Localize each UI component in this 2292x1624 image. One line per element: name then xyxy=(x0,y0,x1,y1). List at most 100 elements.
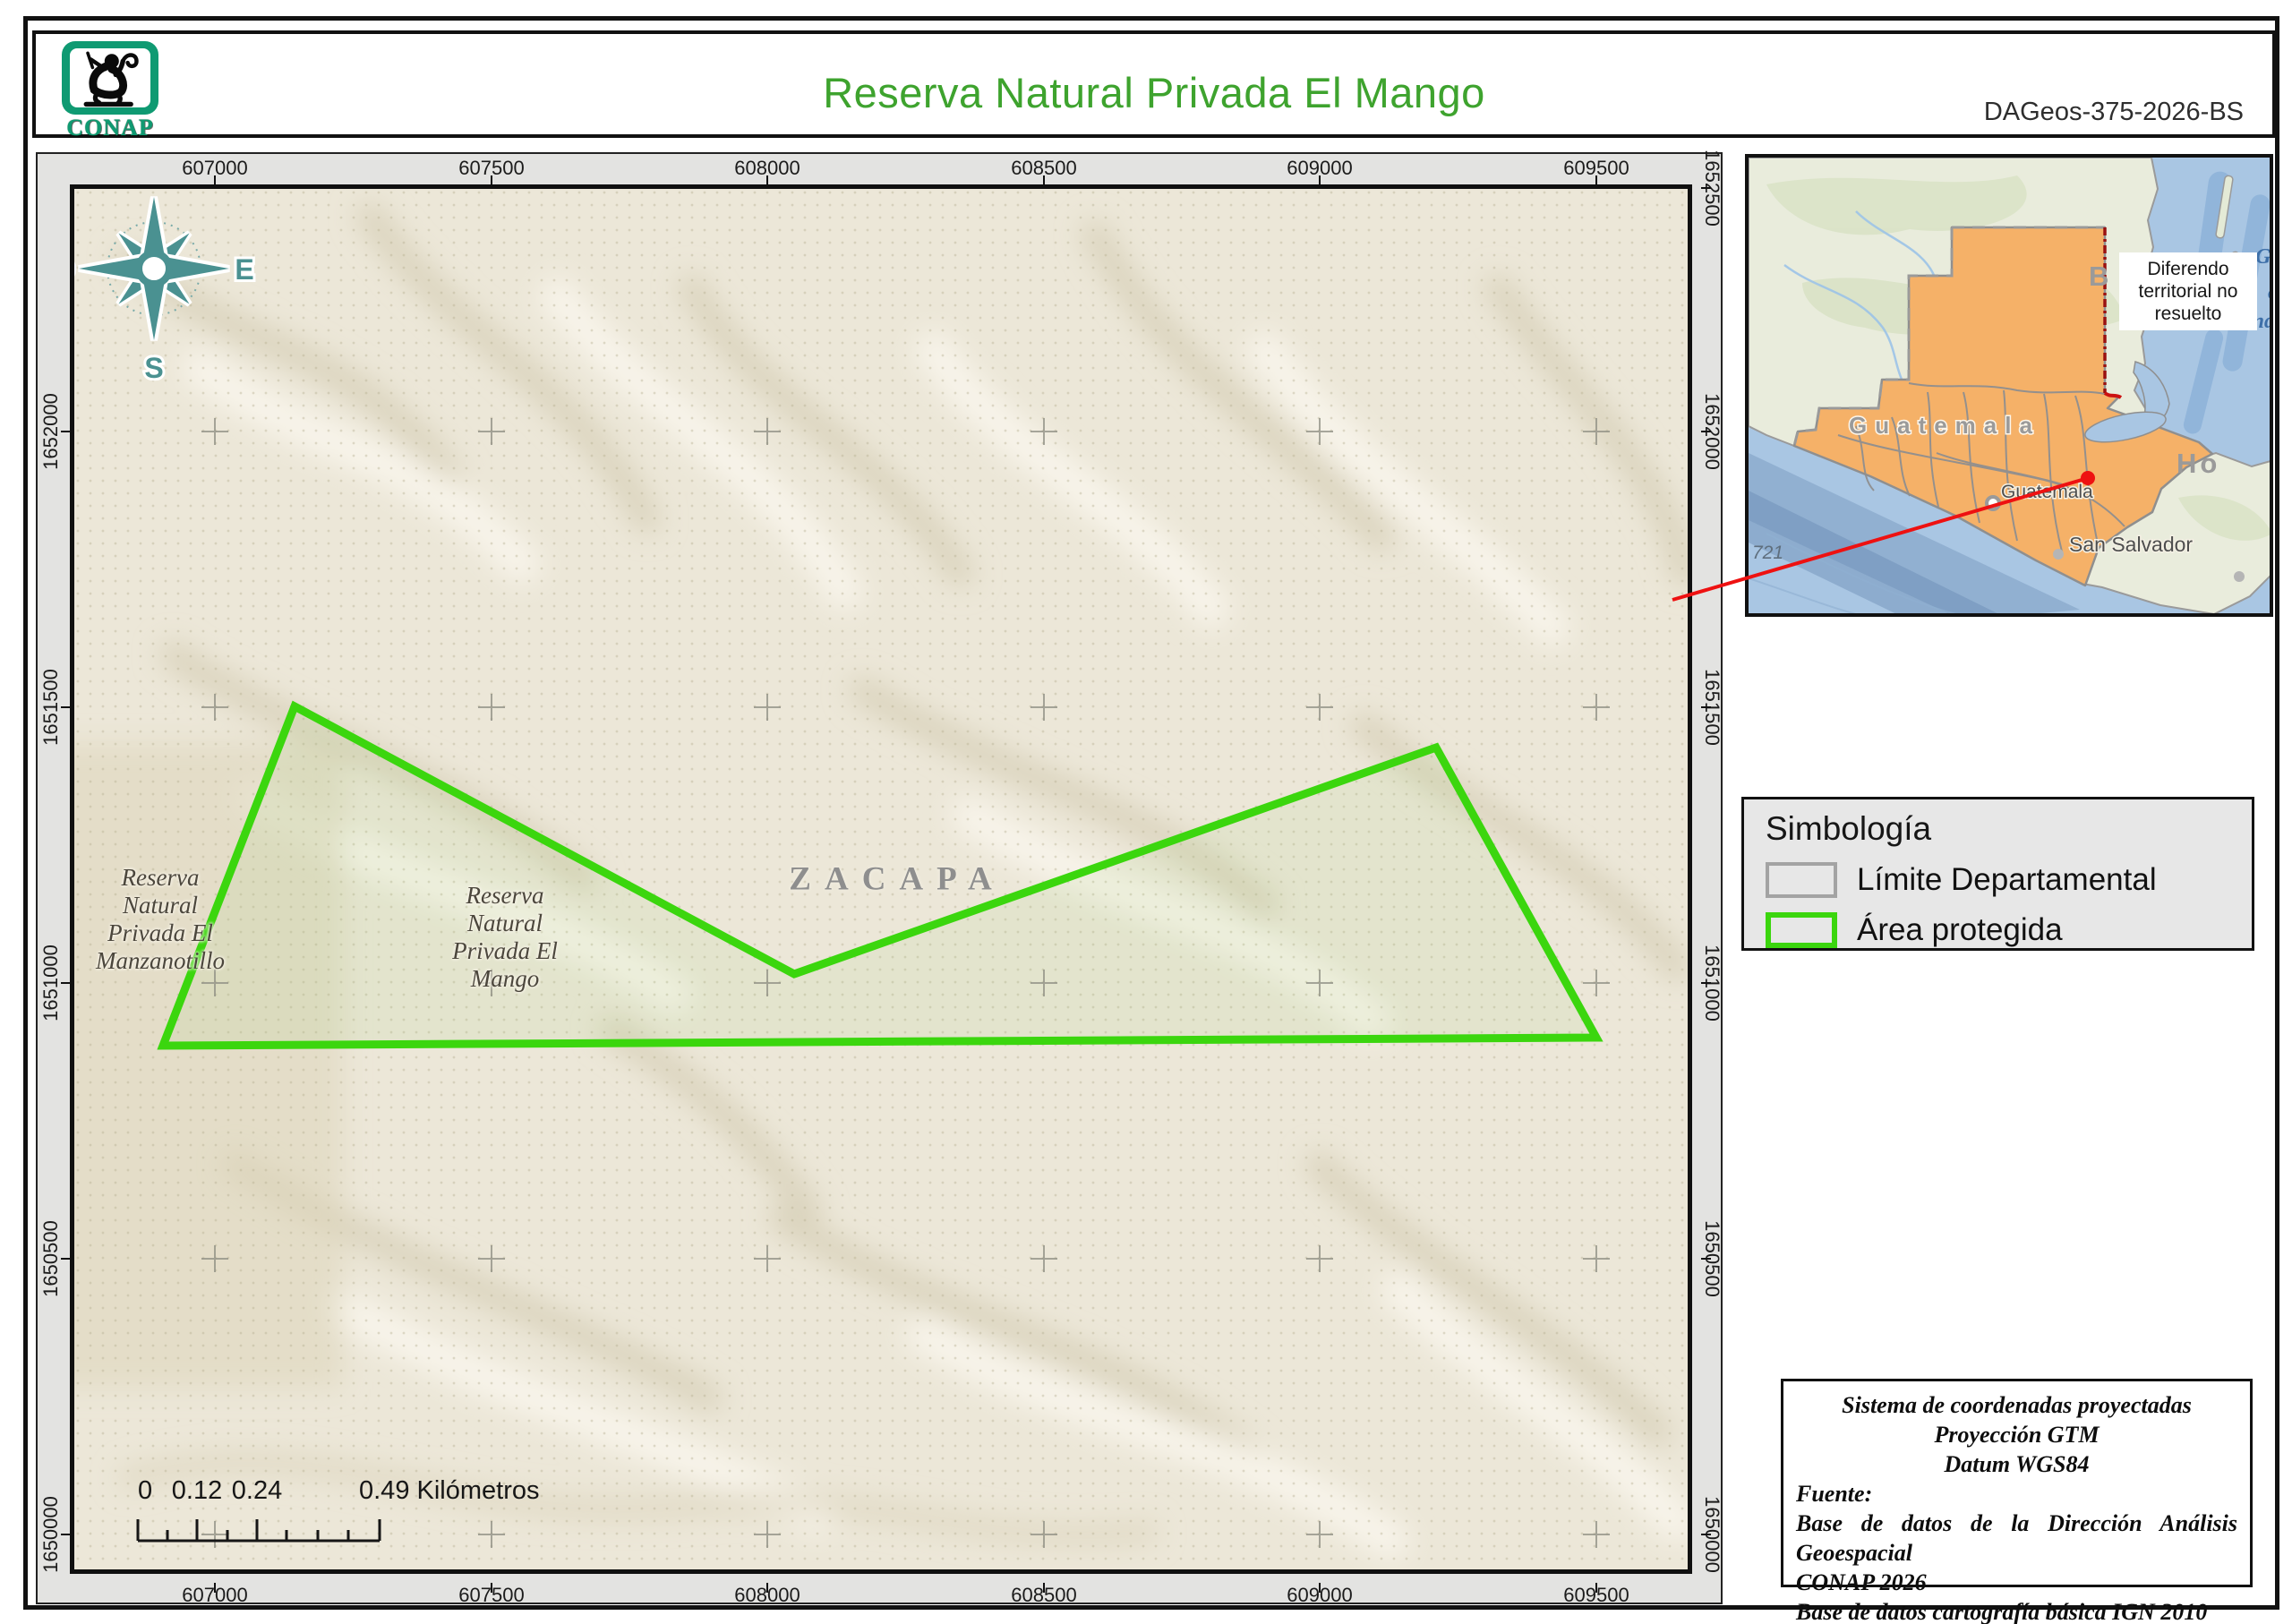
disclaimer-line: resuelto xyxy=(2154,303,2222,324)
water-label-gu: Gu xyxy=(2255,245,2273,269)
credits-line: Sistema de coordenadas proyectadas xyxy=(1842,1392,2192,1418)
graticule-cross xyxy=(201,694,228,721)
graticule-cross xyxy=(1306,1521,1333,1548)
y-axis-tick xyxy=(1701,187,1711,189)
x-axis-tick xyxy=(491,1583,492,1593)
graticule-cross xyxy=(1306,1245,1333,1272)
credits-line: Fuente: xyxy=(1796,1481,1873,1507)
compass-rose: N E S O xyxy=(70,184,257,387)
graticule-cross xyxy=(754,1521,781,1548)
water-label-o: o xyxy=(2268,281,2273,304)
legend-item: Límite Departamental xyxy=(1766,862,2230,898)
disclaimer-line: Diferendo xyxy=(2147,259,2229,279)
honduras-partial-label: Ho xyxy=(2177,448,2220,479)
y-axis-label-left: 1650000 xyxy=(39,1496,62,1573)
legend-item-label: Área protegida xyxy=(1857,912,2063,947)
compass-e-label: E xyxy=(235,253,253,286)
legend-item-label: Límite Departamental xyxy=(1857,862,2157,897)
graticule-cross xyxy=(754,418,781,445)
legend-swatch xyxy=(1766,862,1837,898)
reserve-label-line: Natural xyxy=(122,892,199,919)
y-axis-label-left: 1651500 xyxy=(39,669,62,746)
graticule-cross xyxy=(1583,694,1610,721)
reserve-el-manzanotillo-label: Reserva Natural Privada El Manzanotillo xyxy=(96,864,225,975)
graticule-cross xyxy=(201,1245,228,1272)
locator-inset-map[interactable]: B Gu o Hond Guatemala Ho Guatemala San S… xyxy=(1745,154,2273,617)
belize-partial-label: B xyxy=(2089,261,2112,292)
reserve-label-line: Mango xyxy=(470,965,540,992)
credits-panel: Sistema de coordenadas proyectadas Proyec… xyxy=(1781,1379,2253,1624)
graticule-cross xyxy=(478,418,505,445)
y-axis-tick xyxy=(1701,1258,1711,1260)
city-dot-secondary xyxy=(2234,571,2245,582)
reserve-label-line: Privada El xyxy=(452,937,558,964)
scale-bar-value: 0 xyxy=(138,1476,152,1505)
graticule-cross xyxy=(1583,1521,1610,1548)
map-sheet: CONAP Reserva Natural Privada El Mango D… xyxy=(0,0,2292,1624)
compass-n-label: N xyxy=(143,184,164,191)
y-axis-tick xyxy=(1701,982,1711,984)
credits-line: Base de datos cartografía básica IGN 201… xyxy=(1796,1599,2208,1624)
y-axis-tick xyxy=(1701,431,1711,432)
graticule-cross xyxy=(1306,970,1333,996)
header: CONAP Reserva Natural Privada El Mango D… xyxy=(32,30,2276,141)
graticule-cross xyxy=(1583,418,1610,445)
graticule-cross xyxy=(754,1245,781,1272)
scale-bar: 0 0.12 0.24 0.49 Kilómetros xyxy=(136,1476,540,1543)
graticule-cross xyxy=(1031,970,1057,996)
reserve-label-line: Reserva xyxy=(466,882,544,909)
scale-bar-end-value: 0.49 Kilómetros xyxy=(359,1476,540,1505)
reserve-label-line: Privada El xyxy=(107,919,213,946)
map-frame: 607000 607000 607500 607500 608000 608000 6085… xyxy=(36,150,1723,1606)
y-axis-label-left: 1651000 xyxy=(39,944,62,1021)
legend-panel: Simbología Límite Departamental Área prot… xyxy=(1741,797,2254,951)
document-code: DAGeos-375-2026-BS xyxy=(1983,98,2244,126)
x-axis-tick xyxy=(214,1583,216,1593)
x-axis-tick xyxy=(1319,1583,1321,1593)
x-axis-tick xyxy=(766,1583,768,1593)
compass-o-label: O xyxy=(70,253,74,286)
reserve-label-line: Manzanotillo xyxy=(95,947,226,974)
graticule-cross xyxy=(1031,1521,1057,1548)
depth-label-721: 721 xyxy=(1752,543,1783,563)
graticule-cross xyxy=(201,418,228,445)
graticule-cross xyxy=(1583,970,1610,996)
graticule-cross xyxy=(1583,1245,1610,1272)
x-axis-tick xyxy=(1043,1583,1045,1593)
scale-bar-value: 0.12 xyxy=(172,1476,222,1505)
graticule-cross xyxy=(1306,418,1333,445)
graticule-cross xyxy=(478,1245,505,1272)
department-label: ZACAPA xyxy=(789,860,1005,898)
graticule-cross xyxy=(1306,694,1333,721)
scale-bar-value: 0.24 xyxy=(232,1476,282,1505)
map-canvas[interactable]: N E S O ZACAPA Reserva Natural Privada El M… xyxy=(70,184,1692,1574)
guatemala-country-label: Guatemala xyxy=(1849,412,2040,439)
x-axis-tick xyxy=(1595,1583,1597,1593)
y-axis-tick xyxy=(1701,706,1711,708)
graticule-cross xyxy=(754,694,781,721)
graticule-cross xyxy=(754,970,781,996)
credits-line: Datum WGS84 xyxy=(1944,1451,2090,1477)
credits-line: Base de datos de la Dirección Análisis G… xyxy=(1796,1510,2237,1566)
guatemala-city-dot xyxy=(1985,495,2001,511)
guatemala-city-label: Guatemala xyxy=(2001,482,2093,502)
legend-item: Área protegida xyxy=(1766,912,2230,948)
legend-swatch xyxy=(1766,912,1837,948)
scale-bar-ticks xyxy=(136,1519,381,1543)
legend-title: Simbología xyxy=(1766,810,1932,847)
compass-s-label: S xyxy=(144,352,163,384)
san-salvador-dot xyxy=(2053,549,2064,560)
y-axis-tick xyxy=(1701,1534,1711,1535)
reserve-label-line: Natural xyxy=(466,910,543,936)
graticule-cross xyxy=(1031,694,1057,721)
y-axis-label-left: 1652000 xyxy=(39,393,62,470)
territorial-disclaimer-note: Diferendo territorial no resuelto xyxy=(2119,252,2257,330)
page-title: Reserva Natural Privada El Mango xyxy=(823,69,1485,116)
graticule-cross xyxy=(1031,418,1057,445)
graticule-cross xyxy=(478,694,505,721)
conap-wordmark: CONAP xyxy=(66,115,154,141)
y-axis-label-left: 1650500 xyxy=(39,1220,62,1297)
graticule-cross xyxy=(1031,1245,1057,1272)
credits-line: Proyección GTM xyxy=(1934,1422,2100,1448)
disclaimer-line: territorial no xyxy=(2138,281,2238,302)
